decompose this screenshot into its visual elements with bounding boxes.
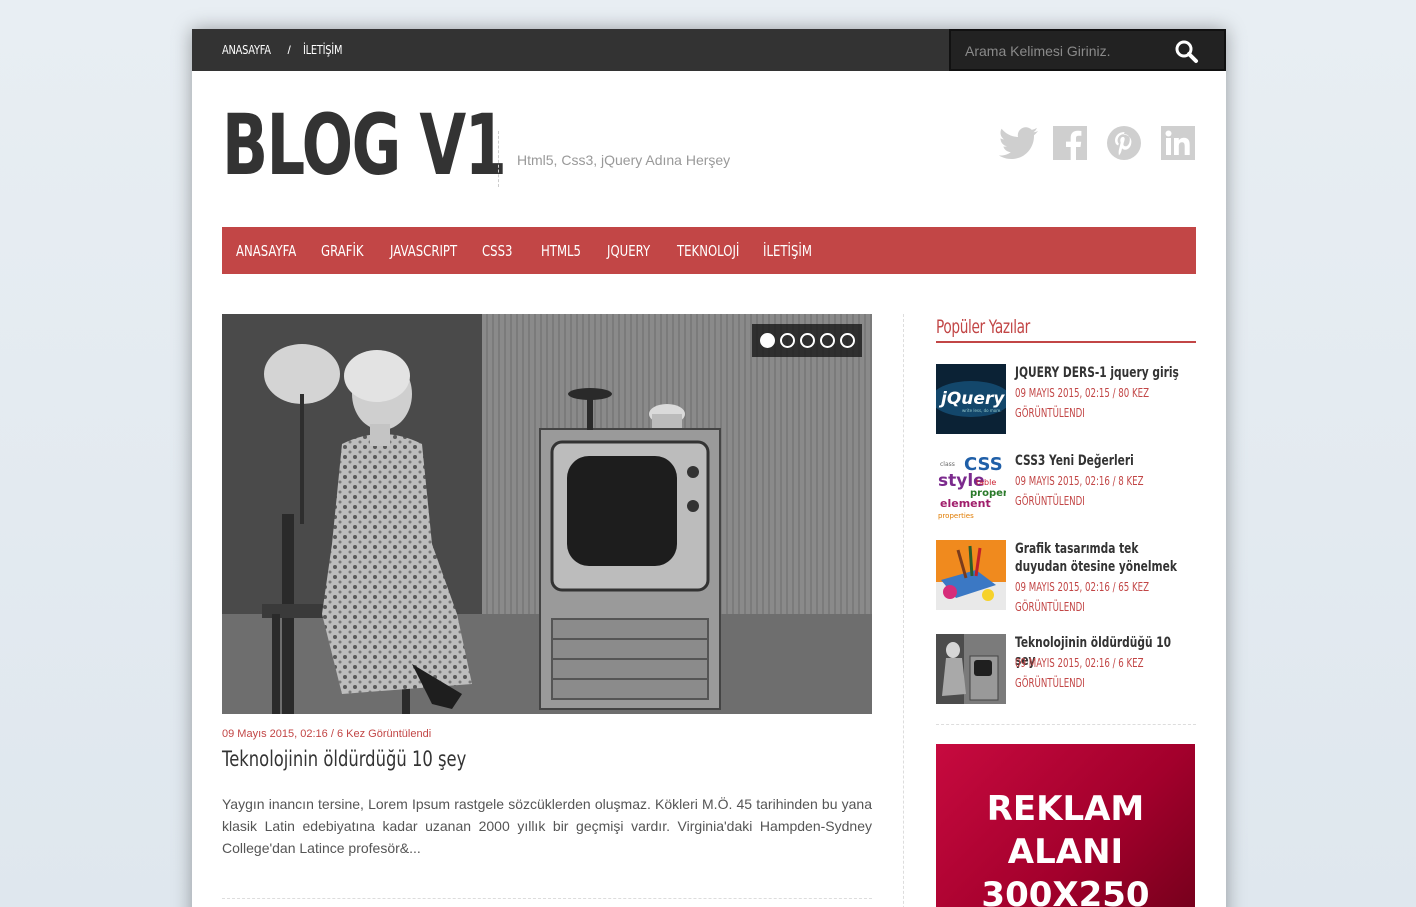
- popular-post-meta: 09 Mayıs 2015, 02:16 / 6 Kez Görüntülend…: [1015, 656, 1144, 690]
- slider-pagination: [752, 324, 862, 357]
- top-nav-home[interactable]: ANASAYFA: [222, 43, 271, 57]
- slider-dot-4[interactable]: [819, 333, 835, 348]
- svg-text:write less, do more.: write less, do more.: [962, 408, 1002, 413]
- slider-dot-3[interactable]: [799, 333, 815, 348]
- post-thumbnail-css: CSS style table property element propert…: [936, 452, 1006, 522]
- main-nav: ANASAYFA GRAFİK JAVASCRIPT CSS3 HTML5 JQ…: [222, 227, 1196, 274]
- ad-banner-text: REKLAM ALANI 300X250: [981, 789, 1150, 907]
- top-nav: ANASAYFA / İLETİŞİM: [222, 29, 351, 71]
- popular-post-title[interactable]: JQUERY DERS-1 jquery giriş: [1015, 364, 1187, 382]
- nav-item-home[interactable]: ANASAYFA: [236, 242, 302, 260]
- top-bar: ANASAYFA / İLETİŞİM: [192, 29, 1226, 71]
- top-nav-contact[interactable]: İLETİŞİM: [303, 43, 342, 57]
- twitter-icon[interactable]: [998, 125, 1038, 161]
- slider-dot-5[interactable]: [839, 333, 855, 348]
- search-icon[interactable]: [1173, 38, 1199, 64]
- post-thumbnail-jquery: jQuery write less, do more.: [936, 364, 1006, 434]
- sidebar-title-underline: [936, 341, 1196, 343]
- facebook-icon[interactable]: [1052, 125, 1088, 161]
- social-links: [998, 125, 1196, 161]
- svg-text:table: table: [976, 478, 996, 487]
- nav-item-grafik[interactable]: GRAFİK: [321, 242, 375, 260]
- sidebar-title: Popüler Yazılar: [936, 316, 1030, 338]
- post-divider: [222, 898, 872, 899]
- pinterest-icon[interactable]: [1106, 125, 1142, 161]
- svg-text:properties: properties: [938, 512, 974, 520]
- sidebar-divider: [936, 724, 1196, 725]
- slider-dot-2[interactable]: [779, 333, 795, 348]
- nav-item-javascript[interactable]: JAVASCRIPT: [390, 242, 462, 260]
- popular-post-item[interactable]: CSS style table property element propert…: [936, 452, 1196, 526]
- post-meta: 09 Mayıs 2015, 02:16 / 6 Kez Görüntülend…: [222, 728, 432, 740]
- slide-image: [222, 314, 872, 714]
- nav-item-contact[interactable]: İLETİŞİM: [763, 242, 825, 260]
- post-thumbnail-grafik: [936, 540, 1006, 610]
- search-box: [949, 29, 1226, 71]
- popular-post-meta: 09 Mayıs 2015, 02:15 / 80 Kez Görüntülen…: [1015, 386, 1150, 420]
- site-logo[interactable]: BLOG V1: [222, 103, 507, 187]
- popular-post-title[interactable]: CSS3 Yeni Değerleri: [1015, 452, 1187, 470]
- nav-item-jquery[interactable]: JQUERY: [607, 242, 662, 260]
- post-title[interactable]: Teknolojinin öldürdüğü 10 şey: [222, 747, 466, 771]
- ad-banner[interactable]: REKLAM ALANI 300X250: [936, 744, 1195, 907]
- column-divider: [903, 314, 904, 907]
- linkedin-icon[interactable]: [1160, 125, 1196, 161]
- popular-post-item[interactable]: Teknolojinin öldürdüğü 10 şey 09 Mayıs 2…: [936, 634, 1196, 708]
- site-tagline: Html5, Css3, jQuery Adına Herşey: [517, 152, 731, 168]
- search-input[interactable]: [965, 41, 1165, 61]
- popular-post-meta: 09 Mayıs 2015, 02:16 / 65 Kez Görüntülen…: [1015, 580, 1150, 614]
- svg-text:element: element: [940, 497, 991, 510]
- logo-divider: [498, 131, 499, 187]
- nav-item-html5[interactable]: HTML5: [541, 242, 592, 260]
- top-nav-separator: /: [287, 43, 291, 57]
- popular-post-meta: 09 Mayıs 2015, 02:16 / 8 Kez Görüntülend…: [1015, 474, 1144, 508]
- popular-post-item[interactable]: jQuery write less, do more. JQUERY DERS-…: [936, 364, 1196, 438]
- post-thumbnail-tv: [936, 634, 1006, 704]
- page-container: ANASAYFA / İLETİŞİM BLOG V1 Html5, Css3,…: [192, 29, 1226, 907]
- post-excerpt: Yaygın inancın tersine, Lorem Ipsum rast…: [222, 796, 872, 856]
- featured-slider[interactable]: [222, 314, 872, 714]
- nav-item-css3[interactable]: CSS3: [482, 242, 528, 260]
- popular-post-item[interactable]: Grafik tasarımda tek duyudan ötesine yön…: [936, 540, 1196, 614]
- svg-text:class: class: [940, 461, 955, 468]
- popular-post-title[interactable]: Grafik tasarımda tek duyudan ötesine yön…: [1015, 540, 1187, 576]
- slider-dot-1[interactable]: [759, 333, 775, 348]
- svg-text:jQuery: jQuery: [938, 389, 1005, 409]
- nav-item-teknoloji[interactable]: TEKNOLOJİ: [677, 242, 744, 260]
